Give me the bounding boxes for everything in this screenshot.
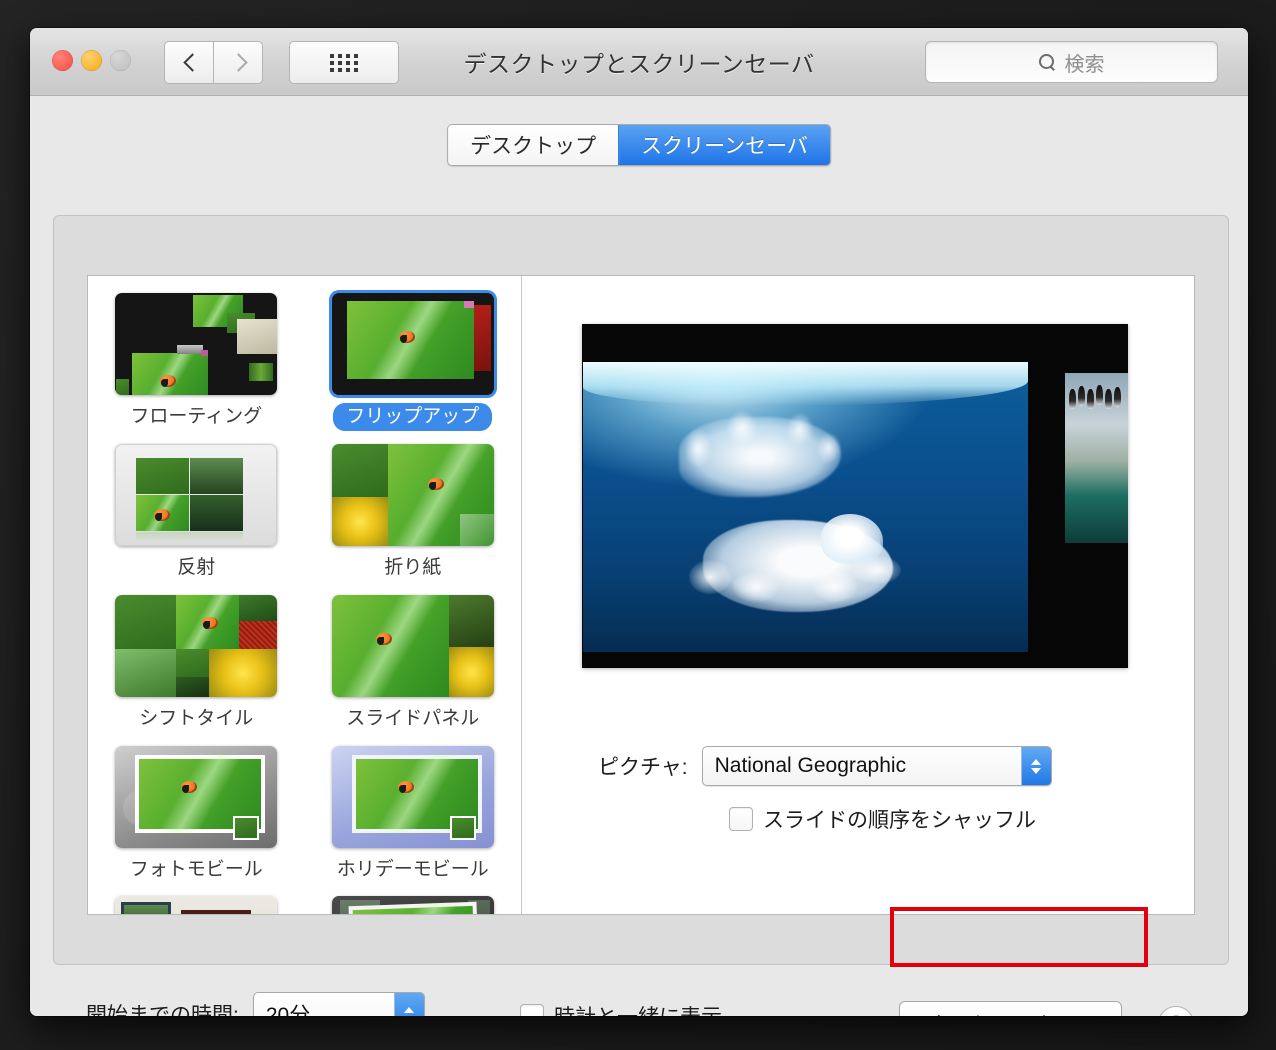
screensaver-label: フローティング — [130, 406, 263, 427]
thumbnail-reflections — [115, 443, 278, 546]
start-after-value: 20分 — [265, 1004, 311, 1016]
show-with-clock-label: 時計と一緒に表示 — [554, 1001, 722, 1016]
preview-panel: ピクチャ: National Geographic スライドの順序をシャッフル — [522, 276, 1194, 914]
screensaver-item-shifting-tiles[interactable]: シフトタイル — [88, 586, 305, 737]
help-button[interactable]: ? — [1158, 1006, 1194, 1016]
thumbnail-shifting-tiles — [115, 594, 278, 697]
screensaver-label: シフトタイル — [139, 707, 254, 729]
thumbnail-wrap — [115, 594, 278, 697]
preview-image-polar-bear — [583, 362, 1028, 652]
show-all-grid-icon — [329, 53, 359, 72]
picture-value: National Geographic — [714, 754, 907, 777]
search-icon — [1038, 53, 1056, 71]
tab-bar: デスクトップ スクリーンセーバ — [447, 124, 831, 166]
thumbnail-sliding-panels — [331, 594, 494, 697]
thumbnail-wrap — [115, 896, 278, 914]
tab-screensaver[interactable]: スクリーンセーバ — [618, 125, 830, 165]
chevron-right-icon — [233, 53, 244, 72]
thumbnail-wrap — [331, 443, 494, 546]
minimize-button[interactable] — [81, 50, 102, 71]
screensaver-item-flipup[interactable]: フリップアップ — [305, 284, 522, 435]
polar-bear-reflection — [679, 411, 841, 497]
screensaver-list[interactable]: フローティング フリップアップ 反射 折り紙 シフトタイル スライドパネル フォ… — [88, 276, 522, 914]
picture-row: ピクチャ: National Geographic — [522, 746, 1194, 786]
start-after-label: 開始までの時間: — [86, 1004, 239, 1016]
thumbnail-photo-mobile — [115, 745, 278, 848]
thumbnail-origami — [331, 443, 494, 546]
picture-label: ピクチャ: — [598, 756, 688, 779]
back-button[interactable] — [164, 41, 214, 84]
zoom-button[interactable] — [110, 50, 131, 71]
thumbnail-wrap — [115, 443, 278, 546]
navigation-buttons — [164, 41, 263, 84]
show-all-button[interactable] — [289, 41, 399, 84]
screensaver-item-sliding-panels[interactable]: スライドパネル — [305, 586, 522, 737]
screensaver-label: 反射 — [177, 556, 216, 578]
stepper-up-down-icon[interactable] — [393, 993, 424, 1016]
bottom-bar: 開始までの時間: 20分 時計と一緒に表示 ホットコーナー... ? — [30, 982, 1248, 1016]
screensaver-label: フリップアップ — [333, 403, 493, 431]
screensaver-item-holiday-mobile[interactable]: ホリデーモビール — [305, 737, 522, 888]
show-with-clock-checkbox[interactable] — [520, 1004, 544, 1016]
shuffle-label: スライドの順序をシャッフル — [763, 809, 1036, 832]
start-after-popup-button[interactable]: 20分 — [252, 992, 425, 1016]
thumbnail-holiday-mobile — [331, 745, 494, 848]
screensaver-item-origami[interactable]: 折り紙 — [305, 435, 522, 586]
show-with-clock-row: 時計と一緒に表示 — [520, 1001, 722, 1016]
search-field[interactable]: 検索 — [925, 41, 1218, 83]
screensaver-item-vintage-prints[interactable] — [305, 887, 522, 914]
thumbnail-wrap — [331, 594, 494, 697]
tab-desktop[interactable]: デスクトップ — [448, 125, 619, 165]
thumbnail-wrap — [331, 293, 494, 395]
screensaver-panel: フローティング フリップアップ 反射 折り紙 シフトタイル スライドパネル フォ… — [53, 215, 1229, 965]
close-button[interactable] — [52, 50, 73, 71]
ice-shelf — [583, 362, 1028, 406]
screensaver-item-floating[interactable]: フローティング — [88, 284, 305, 435]
forward-button[interactable] — [214, 41, 263, 84]
picture-popup-button[interactable]: National Geographic — [701, 746, 1052, 786]
thumbnail-wrap — [115, 293, 278, 395]
thumbnail-wrap — [115, 745, 278, 848]
screensaver-item-photo-mobile[interactable]: フォトモビール — [88, 737, 305, 888]
thumbnail-vintage-prints — [331, 896, 494, 914]
thumbnail-wrap — [331, 896, 494, 914]
screensaver-item-photo-wall[interactable] — [88, 887, 305, 914]
window-body: デスクトップ スクリーンセーバ フローティング フリップアップ 反射 折り紙 シ… — [30, 96, 1248, 1016]
shuffle-row: スライドの順序をシャッフル — [522, 804, 1194, 834]
thumbnail-flipup — [331, 293, 494, 395]
shuffle-checkbox[interactable] — [729, 807, 753, 831]
stepper-up-down-icon[interactable] — [1020, 747, 1051, 785]
thumbnail-photo-wall — [115, 896, 278, 914]
screensaver-label: フォトモビール — [129, 858, 263, 880]
start-after-row: 開始までの時間: 20分 — [86, 992, 425, 1016]
screensaver-item-reflections[interactable]: 反射 — [88, 435, 305, 586]
chevron-left-icon — [184, 53, 195, 72]
help-label: ? — [1170, 1012, 1183, 1016]
window-titlebar: デスクトップとスクリーンセーバ 検索 — [30, 28, 1248, 96]
screensaver-label: ホリデーモビール — [336, 858, 489, 880]
system-preferences-window: デスクトップとスクリーンセーバ 検索 デスクトップ スクリーンセーバ フローティ… — [30, 28, 1248, 1016]
hot-corners-label: ホットコーナー... — [899, 1001, 1122, 1016]
preview-image-penguins — [1065, 373, 1128, 543]
content-box: フローティング フリップアップ 反射 折り紙 シフトタイル スライドパネル フォ… — [87, 275, 1195, 915]
search-placeholder: 検索 — [1064, 53, 1105, 76]
thumbnail-floating — [115, 293, 278, 395]
polar-bear-head — [821, 514, 883, 564]
screensaver-preview[interactable] — [582, 324, 1128, 668]
screensaver-label: スライドパネル — [346, 707, 480, 729]
traffic-light-buttons — [52, 50, 131, 71]
thumbnail-wrap — [331, 745, 494, 848]
screensaver-label: 折り紙 — [384, 556, 442, 578]
hot-corners-button[interactable]: ホットコーナー... — [899, 1001, 1122, 1016]
